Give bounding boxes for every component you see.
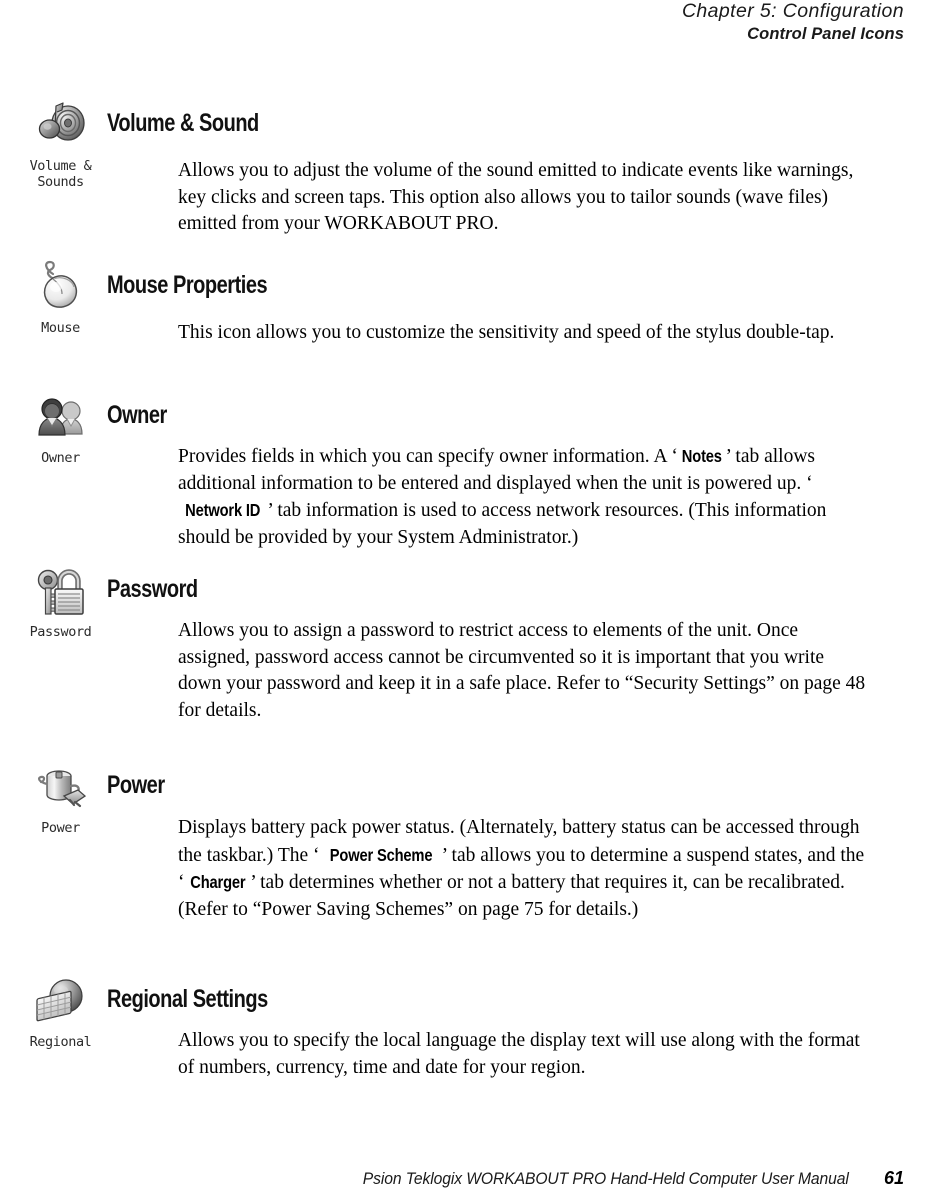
icon-cell: Volume & Sounds xyxy=(8,96,113,190)
header-chapter: Chapter 5: Configuration xyxy=(681,0,904,22)
owner-icon xyxy=(31,388,91,448)
regional-icon-art xyxy=(35,979,83,1022)
volume-and-sounds-icon xyxy=(31,96,91,156)
entry-heading: Password xyxy=(107,575,198,603)
entry-body: Allows you to adjust the volume of the s… xyxy=(178,160,854,234)
header-section: Control Panel Icons xyxy=(747,25,904,43)
power-icon-art xyxy=(37,770,86,808)
entry-heading: Mouse Properties xyxy=(107,271,268,299)
power-icon xyxy=(31,758,91,818)
tab-name-reference: Power Scheme xyxy=(329,844,432,865)
icon-cell: Owner xyxy=(8,388,113,466)
icon-cell: Power xyxy=(8,758,113,836)
tab-name-reference: Network ID xyxy=(185,500,261,520)
tab-name-reference: Notes xyxy=(681,446,722,466)
entry-body: This icon allows you to customize the se… xyxy=(178,322,835,343)
footer-page-number: 61 xyxy=(883,1168,904,1188)
password-icon xyxy=(31,562,91,622)
entry-body: Allows you to specify the local language… xyxy=(178,1030,860,1078)
entry-heading: Owner xyxy=(107,401,167,429)
icon-cell: Password xyxy=(8,562,113,640)
icon-cell: Regional xyxy=(8,972,113,1050)
mouse-icon-art xyxy=(43,260,77,308)
icon-label: Power xyxy=(41,820,80,836)
entry-heading: Regional Settings xyxy=(107,985,268,1013)
entry-heading: Volume & Sound xyxy=(107,109,259,137)
icon-label: Regional xyxy=(29,1034,92,1050)
icon-label: Password xyxy=(29,624,92,640)
owner-icon-art xyxy=(37,398,83,436)
volume-and-sounds-icon-art xyxy=(38,102,85,141)
entry-body: Allows you to assign a password to restr… xyxy=(178,620,866,721)
icon-label: Volume & Sounds xyxy=(29,158,92,190)
footer: Psion Teklogix WORKABOUT PRO Hand-Held C… xyxy=(0,1168,941,1189)
icon-label: Mouse xyxy=(41,320,80,336)
entry-body: Provides fields in which you can specify… xyxy=(178,443,868,551)
icon-cell: Mouse xyxy=(8,258,113,336)
entry-heading: Power xyxy=(107,771,165,799)
entry-body: Displays battery pack power status. (Alt… xyxy=(178,817,865,920)
tab-name-reference: Charger xyxy=(189,872,245,892)
icon-label: Owner xyxy=(41,450,80,466)
password-icon-art xyxy=(37,569,84,615)
footer-manual-title: Psion Teklogix WORKABOUT PRO Hand-Held C… xyxy=(363,1170,850,1188)
regional-icon xyxy=(31,972,91,1032)
mouse-icon xyxy=(31,258,91,318)
